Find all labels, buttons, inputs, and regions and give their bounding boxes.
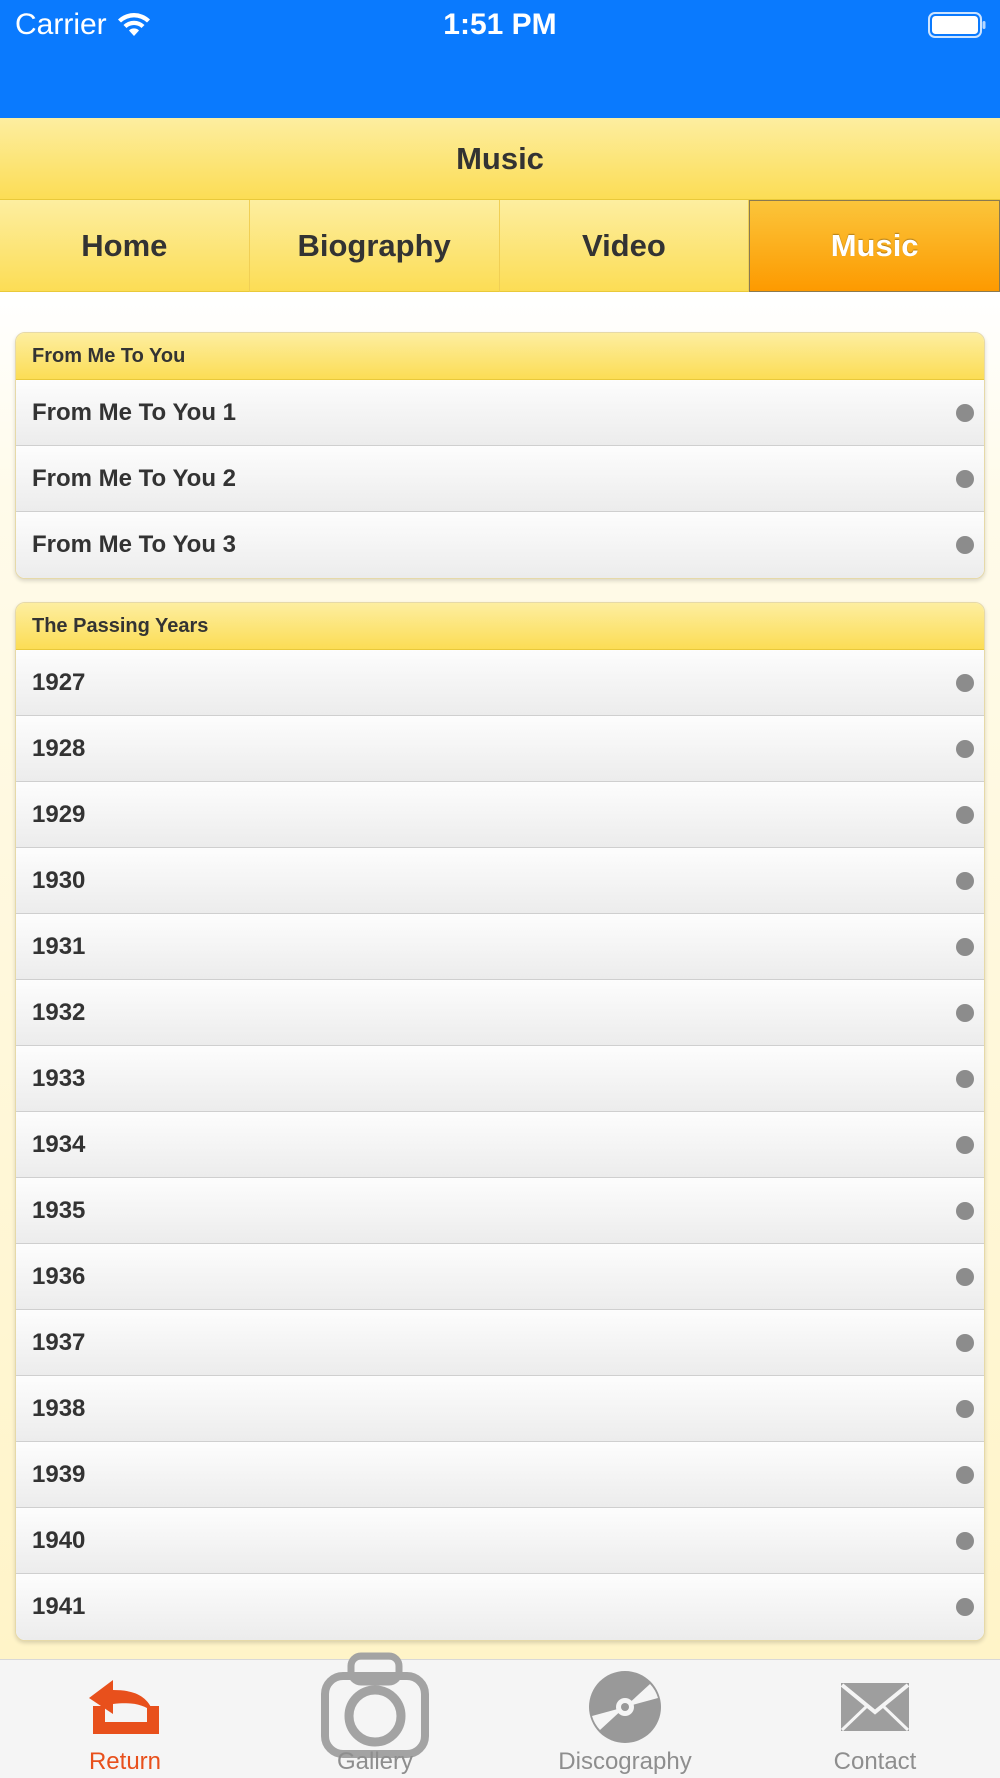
carrier-indicator: Carrier [15, 8, 151, 42]
envelope-icon [840, 1683, 910, 1732]
list-item-label: From Me To You 1 [32, 398, 237, 426]
disclosure-dot-icon [956, 536, 974, 554]
tab-music-label: Music [830, 228, 919, 263]
list-item-label: 1941 [32, 1593, 86, 1620]
list-item-label: 1937 [32, 1328, 86, 1356]
disclosure-dot-icon [956, 1399, 974, 1418]
page-title-bar: Music [0, 118, 1000, 200]
tab-music[interactable]: Music [749, 200, 1000, 292]
list-item-label: 1928 [32, 734, 86, 762]
list-item-label: 1938 [32, 1394, 86, 1422]
list-item[interactable]: 1927 [16, 650, 984, 716]
list-item[interactable]: 1937 [16, 1310, 984, 1376]
list-item[interactable]: 1941 [16, 1574, 984, 1640]
disclosure-dot-icon [956, 1069, 974, 1088]
page-title: Music [456, 140, 544, 176]
return-icon [89, 1680, 159, 1734]
tabbar-contact[interactable]: Contact [750, 1660, 1000, 1778]
list-item-label: 1927 [32, 668, 86, 696]
list-item-label: 1930 [32, 866, 86, 894]
list-item-label: 1939 [32, 1460, 86, 1488]
list-item[interactable]: 1940 [16, 1508, 984, 1574]
list-item-label: 1935 [32, 1196, 86, 1224]
list-item[interactable]: From Me To You 3 [16, 512, 984, 578]
tab-home-label: Home [81, 227, 168, 263]
content-list: From Me To You From Me To You 1 From Me T… [0, 292, 1000, 1659]
tabbar-return-label: Return [88, 1748, 162, 1775]
tabbar-contact-label: Contact [833, 1748, 917, 1775]
disclosure-dot-icon [956, 403, 974, 422]
tab-video-label: Video [581, 227, 666, 263]
group-header: From Me To You [16, 333, 984, 380]
list-item-label: From Me To You 2 [32, 464, 237, 492]
disclosure-dot-icon [956, 739, 974, 758]
list-item[interactable]: 1938 [16, 1376, 984, 1442]
list-item[interactable]: 1932 [16, 980, 984, 1046]
tab-video[interactable]: Video [499, 200, 750, 292]
tabbar-gallery[interactable]: Gallery [250, 1652, 500, 1778]
list-item-label: From Me To You 3 [32, 531, 237, 558]
list-group-from-me-to-you: From Me To You From Me To You 1 From Me T… [15, 332, 985, 579]
list-item-label: 1934 [32, 1130, 86, 1158]
tab-biography[interactable]: Biography [249, 200, 500, 292]
list-item[interactable]: 1936 [16, 1244, 984, 1310]
disclosure-dot-icon [956, 1003, 974, 1022]
disclosure-dot-icon [956, 1333, 974, 1352]
list-item-label: 1933 [32, 1064, 86, 1092]
disclosure-dot-icon [956, 469, 974, 488]
tab-home[interactable]: Home [0, 200, 250, 292]
list-item-label: 1932 [32, 998, 86, 1026]
carrier-label: Carrier [15, 8, 107, 41]
list-item[interactable]: 1939 [16, 1442, 984, 1508]
group-header: The Passing Years [16, 603, 984, 650]
disc-icon [589, 1671, 661, 1743]
list-group-the-passing-years: The Passing Years 1927 1928 1929 1930 1931 19… [15, 602, 985, 1641]
disclosure-dot-icon [956, 871, 974, 890]
tabbar-return[interactable]: Return [0, 1660, 250, 1778]
bottom-tab-bar: Return Gallery Discography Contact [0, 1652, 1000, 1778]
list-item[interactable]: 1929 [16, 782, 984, 848]
disclosure-dot-icon [956, 1201, 974, 1220]
disclosure-dot-icon [956, 805, 974, 824]
list-item[interactable]: From Me To You 2 [16, 446, 984, 512]
tab-biography-label: Biography [297, 227, 451, 263]
disclosure-dot-icon [956, 937, 974, 956]
disclosure-dot-icon [956, 1465, 974, 1484]
list-item-label: 1940 [32, 1526, 86, 1554]
status-bar: Carrier 1:51 PM [0, 0, 1000, 118]
disclosure-dot-icon [956, 1598, 974, 1616]
disclosure-dot-icon [956, 1267, 974, 1286]
disclosure-dot-icon [956, 1135, 974, 1154]
wifi-icon [117, 13, 150, 36]
list-item-label: 1931 [32, 932, 86, 960]
disclosure-dot-icon [956, 1531, 974, 1550]
tabbar-discography[interactable]: Discography [500, 1660, 750, 1778]
list-item-label: 1936 [32, 1262, 86, 1290]
battery-icon [928, 12, 986, 38]
tabbar-discography-label: Discography [558, 1748, 692, 1775]
list-item[interactable]: 1934 [16, 1112, 984, 1178]
camera-icon [321, 1652, 429, 1758]
list-item[interactable]: 1933 [16, 1046, 984, 1112]
nav-tabs: Home Biography Video Music [0, 200, 1000, 292]
list-item-label: 1929 [32, 800, 86, 828]
disclosure-dot-icon [956, 673, 974, 692]
list-item[interactable]: 1931 [16, 914, 984, 980]
list-item[interactable]: 1928 [16, 716, 984, 782]
tabbar-gallery-label: Gallery [336, 1748, 414, 1775]
list-item[interactable]: 1930 [16, 848, 984, 914]
list-item[interactable]: From Me To You 1 [16, 380, 984, 446]
list-item[interactable]: 1935 [16, 1178, 984, 1244]
